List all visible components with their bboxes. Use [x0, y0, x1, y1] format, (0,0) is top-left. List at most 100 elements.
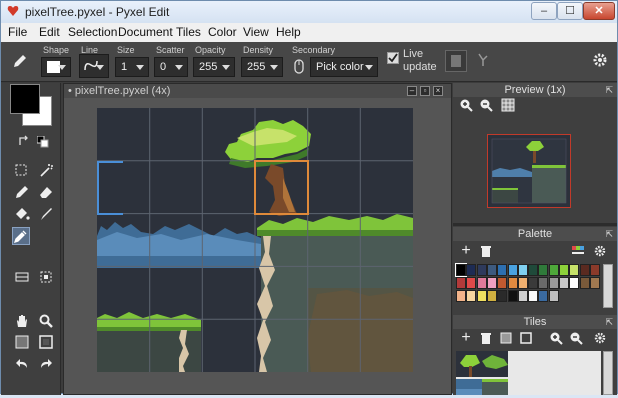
menu-tiles[interactable]: Tiles: [176, 25, 201, 39]
tiles-zoom-in-button[interactable]: [549, 331, 563, 345]
add-color-button[interactable]: +: [459, 243, 473, 259]
palette-swatch[interactable]: [486, 264, 497, 276]
magic-wand-tool-button[interactable]: [37, 162, 55, 180]
density-select[interactable]: 255: [241, 57, 283, 77]
tile-select-button[interactable]: [37, 269, 55, 287]
palette-swatch[interactable]: [548, 290, 559, 302]
delete-color-button[interactable]: [479, 244, 493, 258]
palette-swatch[interactable]: [476, 277, 487, 289]
palette-swatch[interactable]: [538, 290, 549, 302]
palette-swatch[interactable]: [559, 277, 569, 289]
fill-tool-button[interactable]: [13, 206, 31, 224]
palette-swatch[interactable]: [497, 290, 508, 302]
settings-gear-icon[interactable]: [591, 51, 609, 69]
palette-swatch[interactable]: [476, 290, 487, 302]
eraser-tool-button[interactable]: [37, 184, 55, 202]
size-select[interactable]: 1: [115, 57, 149, 77]
palette-swatch[interactable]: [507, 277, 518, 289]
palette-swatch[interactable]: [517, 277, 528, 289]
opacity-select[interactable]: 255: [193, 57, 235, 77]
menu-color[interactable]: Color: [208, 25, 237, 39]
palette-swatch[interactable]: [548, 264, 559, 276]
palette-swatch[interactable]: [569, 277, 580, 289]
zoom-out-button[interactable]: [479, 98, 493, 112]
palette-swatch[interactable]: [466, 290, 477, 302]
palette-swatch[interactable]: [507, 290, 518, 302]
palette-swatch[interactable]: [466, 277, 477, 289]
preview-thumbnail[interactable]: [487, 134, 571, 208]
palette-options-button[interactable]: [571, 244, 585, 258]
pin-icon[interactable]: ⇱: [605, 227, 613, 241]
scatter-select[interactable]: 0: [154, 57, 188, 77]
delete-tile-button[interactable]: [479, 331, 493, 345]
palette-swatch[interactable]: [528, 290, 539, 302]
menu-help[interactable]: Help: [276, 25, 301, 39]
live-update-checkbox[interactable]: [387, 52, 399, 64]
palette-swatch[interactable]: [517, 290, 528, 302]
tile-outline-button[interactable]: [519, 331, 533, 345]
palette-swatch[interactable]: [455, 263, 467, 277]
menu-edit[interactable]: Edit: [39, 25, 60, 39]
palette-swatch[interactable]: [579, 277, 590, 289]
pin-icon[interactable]: ⇱: [605, 315, 613, 329]
palette-swatch[interactable]: [559, 264, 569, 276]
palette-swatch[interactable]: [456, 290, 466, 302]
tiles-settings-button[interactable]: [593, 331, 607, 345]
minimize-button[interactable]: –: [531, 2, 557, 20]
pan-tool-button[interactable]: [13, 313, 31, 331]
tile-fill-button[interactable]: [499, 331, 513, 345]
zoom-tool-button[interactable]: [37, 313, 55, 331]
palette-swatch[interactable]: [497, 264, 508, 276]
palette-settings-button[interactable]: [593, 244, 607, 258]
shape-select[interactable]: [41, 57, 71, 77]
color-picker-tool-button[interactable]: [12, 227, 30, 245]
brush-tool-button[interactable]: [37, 206, 55, 224]
palette-swatch[interactable]: [517, 264, 528, 276]
maximize-button[interactable]: ☐: [557, 2, 583, 20]
pixel-perfect-button[interactable]: [473, 50, 495, 72]
tiles-scrollbar[interactable]: [603, 351, 613, 395]
palette-swatch[interactable]: [548, 277, 559, 289]
palette-swatch[interactable]: [486, 277, 497, 289]
doc-minimize-button[interactable]: –: [407, 86, 417, 96]
undo-button[interactable]: [13, 356, 31, 374]
line-select[interactable]: [79, 54, 109, 78]
tile-frame-button[interactable]: [37, 334, 55, 352]
tileset-strip[interactable]: [456, 351, 601, 395]
preview-grid-button[interactable]: [501, 98, 515, 112]
palette-swatch[interactable]: [538, 277, 549, 289]
palette-swatch[interactable]: [476, 264, 487, 276]
palette-swatch[interactable]: [456, 277, 466, 289]
close-button[interactable]: ✕: [583, 2, 615, 20]
select-tool-button[interactable]: [13, 162, 31, 180]
redo-button[interactable]: [37, 356, 55, 374]
zoom-in-button[interactable]: [459, 98, 473, 112]
palette-scrollbar[interactable]: [603, 264, 613, 308]
palette-swatch[interactable]: [497, 277, 508, 289]
panel-splitter[interactable]: [453, 223, 617, 226]
doc-restore-button[interactable]: ▫: [420, 86, 430, 96]
pencil-tool-button[interactable]: [13, 184, 31, 202]
palette-swatch[interactable]: [528, 264, 539, 276]
pixel-art-canvas[interactable]: [97, 108, 413, 372]
menu-view[interactable]: View: [243, 25, 269, 39]
swap-colors-icon[interactable]: [18, 135, 30, 147]
palette-swatch[interactable]: [589, 264, 600, 276]
palette-swatch[interactable]: [589, 277, 600, 289]
palette-swatch[interactable]: [466, 264, 477, 276]
fill-mode-button[interactable]: [445, 50, 467, 72]
tile-mode-button[interactable]: [13, 269, 31, 287]
menu-file[interactable]: File: [8, 25, 27, 39]
palette-swatch[interactable]: [569, 264, 580, 276]
palette-swatch[interactable]: [579, 264, 590, 276]
palette-swatch[interactable]: [538, 264, 549, 276]
reset-colors-icon[interactable]: [37, 136, 49, 148]
add-tile-button[interactable]: +: [459, 330, 473, 346]
doc-close-button[interactable]: ×: [433, 86, 443, 96]
palette-swatch[interactable]: [486, 290, 497, 302]
tile-grid-button[interactable]: [13, 334, 31, 352]
tiles-zoom-out-button[interactable]: [569, 331, 583, 345]
pin-icon[interactable]: ⇱: [605, 83, 613, 97]
palette-swatch[interactable]: [528, 277, 539, 289]
menu-document[interactable]: Document: [118, 25, 173, 39]
